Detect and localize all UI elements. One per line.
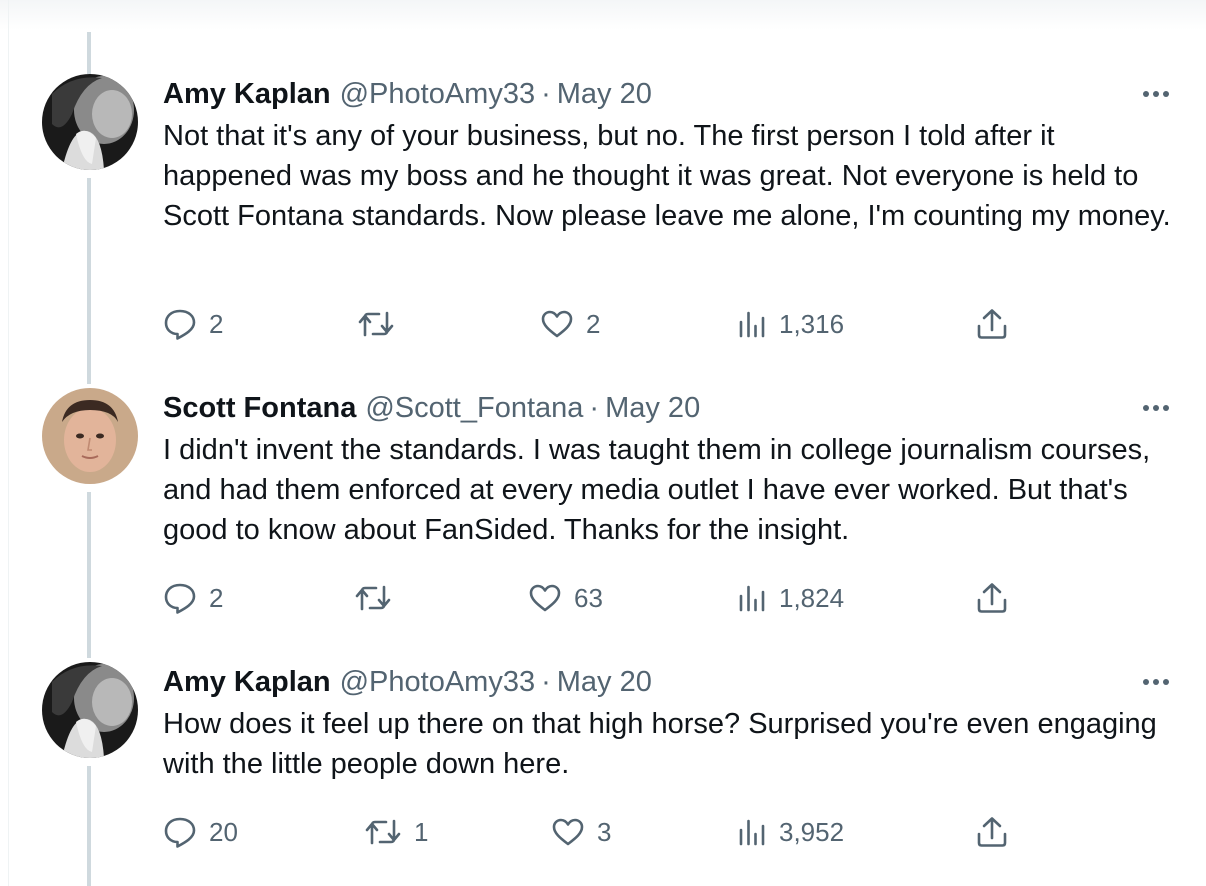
tweet-actions: 20 1 3 3,952 — [0, 812, 1206, 852]
share-upload-icon — [975, 582, 1009, 614]
views-count: 3,952 — [779, 816, 845, 847]
author-name[interactable]: Amy Kaplan — [163, 78, 331, 111]
reply-count: 20 — [209, 816, 238, 847]
views-bar-chart-icon — [737, 817, 767, 847]
heart-icon — [551, 817, 585, 847]
avatar[interactable] — [42, 74, 138, 170]
reply-count: 2 — [209, 582, 224, 613]
retweet-icon — [364, 817, 402, 847]
left-border — [8, 0, 9, 886]
views-button[interactable]: 1,316 — [737, 304, 844, 344]
tweet-header: Amy Kaplan @PhotoAmy33 · May 20 — [163, 662, 652, 702]
retweet-button[interactable]: 1 — [364, 812, 428, 852]
reply-bubble-icon — [163, 582, 197, 614]
retweet-icon — [357, 309, 395, 339]
author-handle[interactable]: @PhotoAmy33 — [340, 78, 535, 111]
retweet-button[interactable] — [357, 304, 407, 344]
author-name[interactable]: Amy Kaplan — [163, 666, 331, 699]
reply-button[interactable]: 20 — [163, 812, 238, 852]
reply-bubble-icon — [163, 816, 197, 848]
views-count: 1,316 — [779, 308, 845, 339]
header-separator: · — [541, 77, 551, 110]
thread-line — [87, 178, 91, 384]
like-button[interactable]: 2 — [540, 304, 600, 344]
reply-bubble-icon — [163, 308, 197, 340]
avatar[interactable] — [42, 388, 138, 484]
reply-count: 2 — [209, 308, 224, 339]
author-handle[interactable]: @Scott_Fontana — [365, 392, 583, 425]
tweet-date[interactable]: May 20 — [557, 666, 652, 699]
share-button[interactable] — [975, 812, 1009, 852]
more-horizontal-icon[interactable] — [1136, 80, 1176, 108]
reply-button[interactable]: 2 — [163, 578, 223, 618]
tweet-date[interactable]: May 20 — [557, 78, 652, 111]
like-count: 3 — [597, 816, 612, 847]
more-horizontal-icon[interactable] — [1136, 394, 1176, 422]
thread-page: Amy Kaplan @PhotoAmy33 · May 20 Not that… — [0, 0, 1206, 886]
author-handle[interactable]: @PhotoAmy33 — [340, 666, 535, 699]
reply-button[interactable]: 2 — [163, 304, 223, 344]
retweet-button[interactable] — [354, 578, 404, 618]
views-button[interactable]: 3,952 — [737, 812, 844, 852]
views-button[interactable]: 1,824 — [737, 578, 844, 618]
like-count: 2 — [586, 308, 601, 339]
share-button[interactable] — [975, 304, 1009, 344]
tweet-text: Not that it's any of your business, but … — [163, 120, 1171, 232]
share-upload-icon — [975, 816, 1009, 848]
tweet-text: I didn't invent the standards. I was tau… — [163, 434, 1151, 546]
tweet-actions: 2 63 1,824 — [0, 578, 1206, 618]
header-separator: · — [589, 391, 600, 424]
tweet-date[interactable]: May 20 — [605, 392, 700, 425]
tweet-text: How does it feel up there on that high h… — [163, 708, 1157, 780]
author-name[interactable]: Scott Fontana — [163, 392, 356, 425]
tweet-header: Amy Kaplan @PhotoAmy33 · May 20 — [163, 74, 652, 114]
views-bar-chart-icon — [737, 309, 767, 339]
thread-line — [87, 32, 91, 74]
tweet-header: Scott Fontana @Scott_Fontana · May 20 — [163, 388, 700, 428]
like-button[interactable]: 63 — [528, 578, 603, 618]
like-count: 63 — [574, 582, 603, 613]
retweet-count: 1 — [414, 816, 429, 847]
thread-line — [87, 492, 91, 658]
heart-icon — [540, 309, 574, 339]
views-count: 1,824 — [779, 582, 845, 613]
retweet-icon — [354, 583, 392, 613]
more-horizontal-icon[interactable] — [1136, 668, 1176, 696]
tweet-actions: 2 2 1,316 — [0, 304, 1206, 344]
header-separator: · — [541, 665, 551, 698]
share-upload-icon — [975, 308, 1009, 340]
heart-icon — [528, 583, 562, 613]
top-fade — [0, 0, 1206, 30]
share-button[interactable] — [975, 578, 1009, 618]
avatar[interactable] — [42, 662, 138, 758]
like-button[interactable]: 3 — [551, 812, 611, 852]
views-bar-chart-icon — [737, 583, 767, 613]
